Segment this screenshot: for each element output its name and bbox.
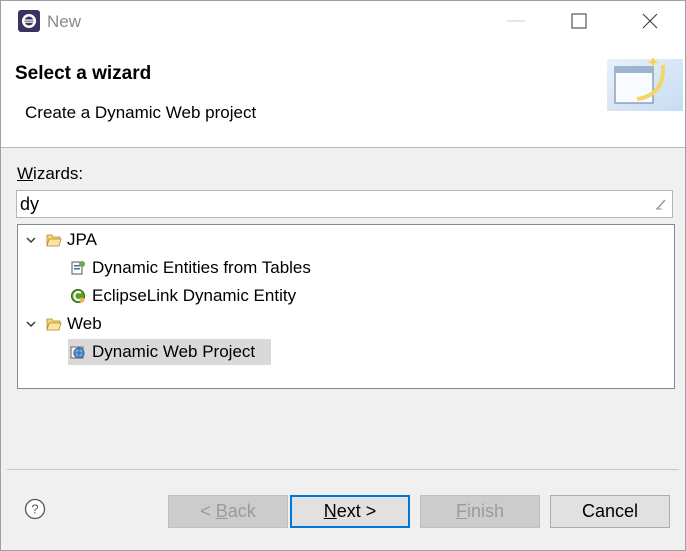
finish-button-mnemonic: F	[455, 501, 467, 521]
tree-item-dynamic-entities[interactable]: Dynamic Entities from Tables	[68, 255, 368, 281]
tree-item-dynamic-web-project[interactable]: Dynamic Web Project	[68, 339, 368, 365]
next-button[interactable]: Next >	[290, 495, 410, 528]
tree-item-label: Dynamic Web Project	[92, 342, 256, 361]
wizards-label: Wizards:	[17, 164, 83, 184]
wizard-tree[interactable]: JPA Dynamic Entities from Tables Eclipse…	[17, 224, 675, 389]
web-project-icon	[70, 346, 85, 359]
maximize-icon[interactable]	[556, 5, 602, 37]
new-wizard-dialog: New Select a wizard Create a Dynamic Web…	[0, 0, 686, 551]
back-button-mnemonic: B	[215, 501, 228, 521]
wizard-filter-field[interactable]	[16, 190, 673, 218]
back-button-prefix: <	[200, 501, 216, 521]
wizards-label-text: izards:	[33, 164, 84, 183]
folder-open-icon	[46, 234, 62, 247]
button-bar-separator	[7, 469, 679, 470]
finish-button-text: inish	[466, 501, 505, 521]
title-bar[interactable]: New	[1, 1, 685, 43]
wizards-label-mnemonic: W	[17, 164, 34, 183]
tree-group-label: Web	[67, 314, 102, 333]
tree-item-eclipselink-entity[interactable]: EclipseLink Dynamic Entity	[68, 283, 368, 309]
folder-open-icon	[46, 318, 62, 331]
eclipselink-entity-icon	[71, 289, 85, 303]
back-button[interactable]: < Back	[168, 495, 288, 528]
jpa-entities-icon	[71, 261, 85, 275]
minimize-icon[interactable]	[493, 5, 539, 37]
cancel-button[interactable]: Cancel	[550, 495, 670, 528]
next-button-text: ext >	[336, 501, 377, 521]
help-icon[interactable]: ?	[24, 498, 46, 520]
wizard-banner: Select a wizard Create a Dynamic Web pro…	[1, 43, 685, 148]
wizard-filter-input[interactable]	[20, 193, 640, 215]
tree-item-label: EclipseLink Dynamic Entity	[92, 286, 297, 305]
finish-button[interactable]: Finish	[420, 495, 540, 528]
tree-item-label: Dynamic Entities from Tables	[92, 258, 311, 277]
svg-text:?: ?	[31, 502, 38, 517]
page-description: Create a Dynamic Web project	[25, 103, 257, 122]
wizard-banner-icon	[607, 57, 683, 111]
page-title: Select a wizard	[15, 63, 152, 84]
clear-filter-icon[interactable]	[654, 197, 668, 211]
next-button-mnemonic: N	[323, 501, 337, 521]
chevron-down-icon[interactable]	[26, 320, 36, 328]
chevron-down-icon[interactable]	[26, 236, 36, 244]
tree-group-label: JPA	[67, 230, 97, 249]
tree-group-web[interactable]: Web	[18, 311, 318, 337]
eclipse-app-icon	[18, 10, 40, 32]
close-icon[interactable]	[627, 5, 673, 37]
tree-group-jpa[interactable]: JPA	[18, 227, 318, 253]
window-title: New	[47, 12, 82, 31]
back-button-text: ack	[227, 501, 256, 521]
